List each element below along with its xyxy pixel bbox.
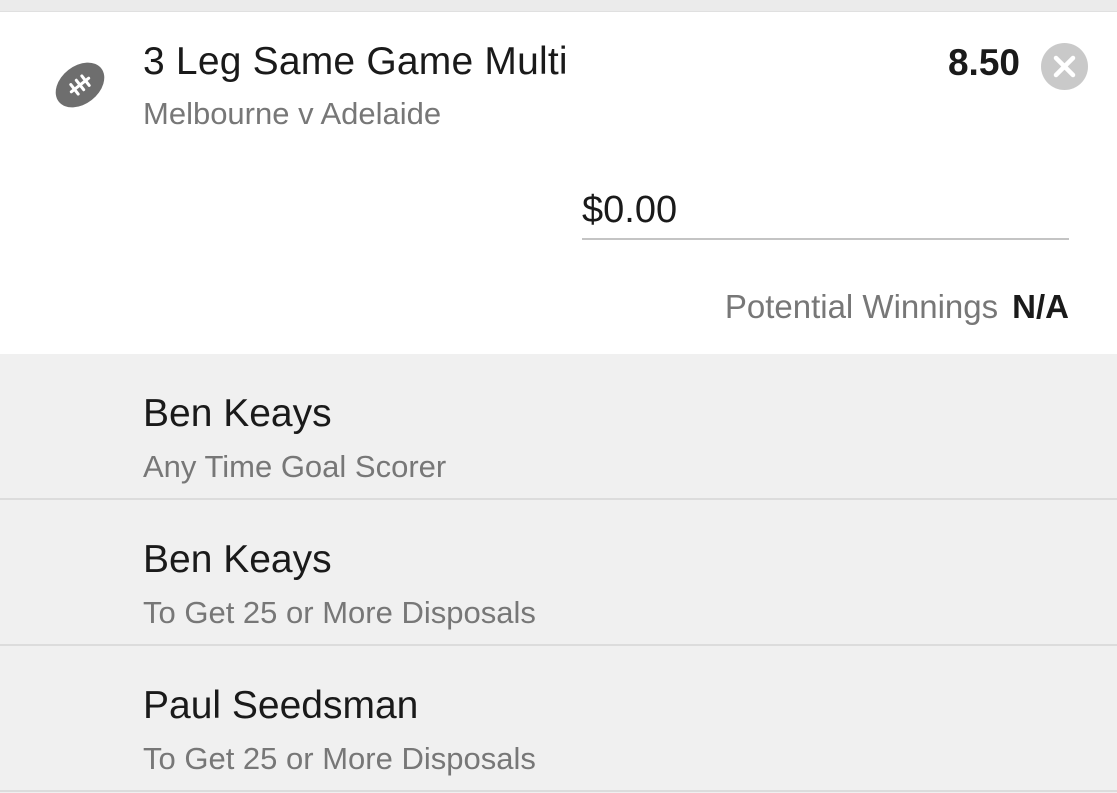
remove-bet-button[interactable] — [1041, 43, 1088, 90]
leg-player: Ben Keays — [143, 538, 332, 581]
bet-odds: 8.50 — [947, 42, 1020, 83]
potential-winnings-value: N/A — [1012, 288, 1069, 325]
multi-legs-list: Ben Keays Any Time Goal Scorer Ben Keays… — [0, 354, 1117, 792]
football-icon — [52, 58, 108, 112]
leg-market: To Get 25 or More Disposals — [143, 741, 536, 776]
top-divider-strip — [0, 0, 1117, 12]
leg-item[interactable]: Paul Seedsman To Get 25 or More Disposal… — [0, 646, 1117, 792]
leg-item[interactable]: Ben Keays Any Time Goal Scorer — [0, 354, 1117, 500]
leg-player: Paul Seedsman — [143, 684, 419, 727]
bet-card: 3 Leg Same Game Multi Melbourne v Adelai… — [0, 12, 1117, 354]
leg-market: Any Time Goal Scorer — [143, 449, 447, 484]
potential-winnings: Potential Winnings N/A — [725, 288, 1069, 326]
leg-item[interactable]: Ben Keays To Get 25 or More Disposals — [0, 500, 1117, 646]
potential-winnings-label: Potential Winnings — [724, 288, 999, 325]
event-name: Melbourne v Adelaide — [143, 96, 442, 131]
close-icon — [1041, 43, 1088, 90]
leg-player: Ben Keays — [143, 392, 332, 435]
stake-input[interactable] — [582, 184, 1069, 240]
bet-title: 3 Leg Same Game Multi — [143, 40, 568, 83]
leg-market: To Get 25 or More Disposals — [143, 595, 536, 630]
